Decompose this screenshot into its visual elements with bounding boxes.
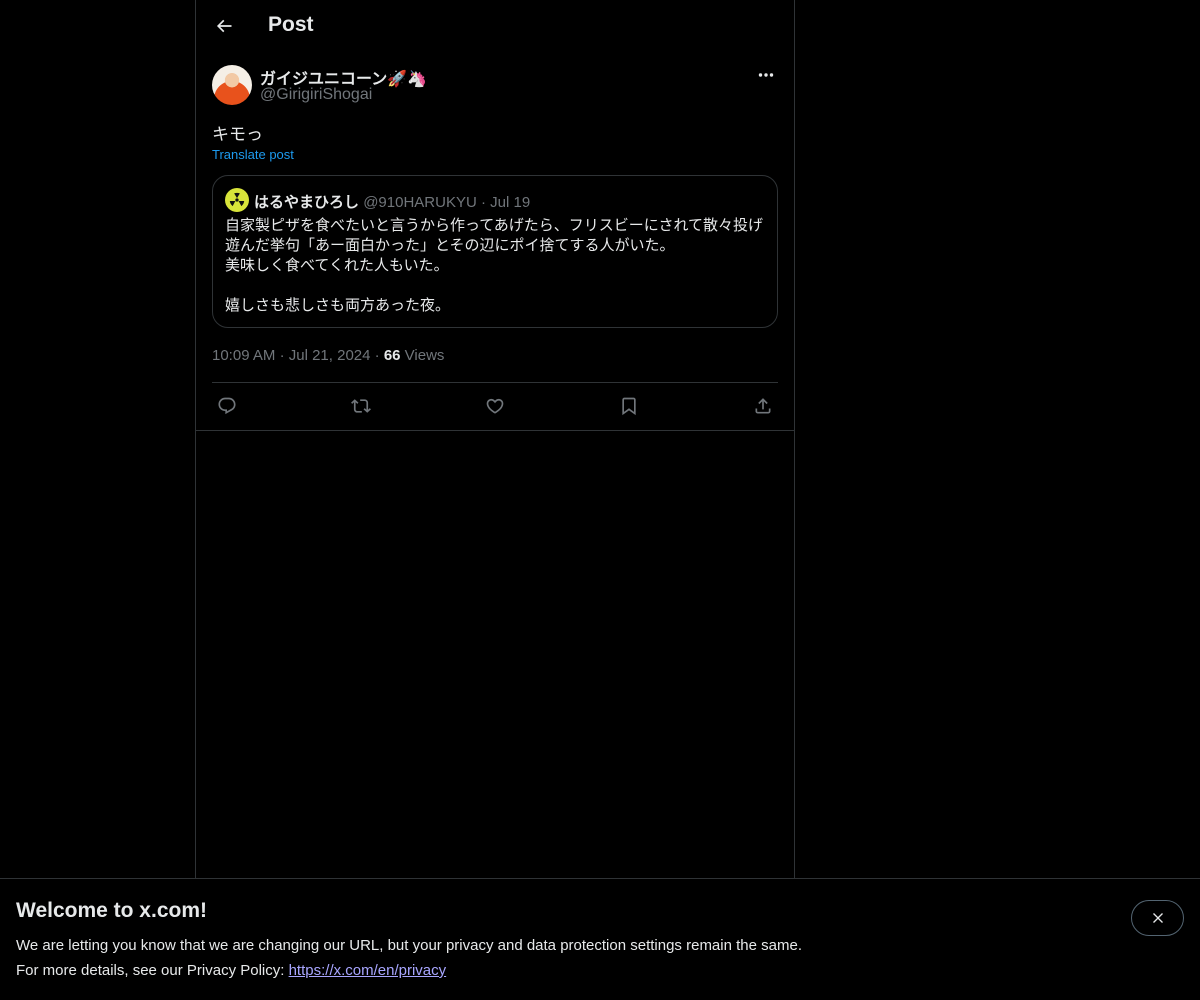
like-button[interactable] xyxy=(480,392,510,420)
post-time[interactable]: 10:09 AM xyxy=(212,347,275,364)
post-header: Post xyxy=(196,0,794,53)
share-icon xyxy=(755,398,771,414)
quote-body: 自家製ピザを食べたいと言うから作ってあげたら、フリスビーにされて散々投げ遊んだ挙… xyxy=(225,217,764,314)
author-avatar[interactable] xyxy=(212,65,252,105)
quote-date: Jul 19 xyxy=(490,194,531,211)
share-button[interactable] xyxy=(748,392,778,420)
views-count: 66 xyxy=(383,347,401,364)
action-bar xyxy=(212,392,778,420)
quote-author-name: はるやまひろし xyxy=(254,194,360,211)
quote-avatar xyxy=(225,188,249,212)
post-author: ガイジユニコーン🚀🦄 @GirigiriShogai xyxy=(212,65,778,109)
divider xyxy=(212,382,778,383)
page-title: Post xyxy=(268,13,314,36)
welcome-banner: Welcome to x.com! We are letting you kno… xyxy=(0,878,1200,1000)
like-icon xyxy=(486,398,504,414)
reply-button[interactable] xyxy=(212,392,242,420)
bookmark-button[interactable] xyxy=(614,392,644,420)
radiation-icon xyxy=(229,192,245,207)
post-text: キモっ xyxy=(212,125,263,144)
close-icon xyxy=(1152,913,1163,923)
meta-separator: · xyxy=(374,347,380,364)
divider xyxy=(196,430,794,431)
post-meta: 10:09 AM · Jul 21, 2024 · 66 Views xyxy=(212,347,444,364)
reply-icon xyxy=(218,397,236,415)
translate-post-link[interactable]: Translate post xyxy=(212,147,294,162)
bookmark-icon xyxy=(622,397,636,416)
more-icon xyxy=(758,73,774,77)
repost-icon xyxy=(351,399,371,413)
quote-meta: はるやまひろし @910HARUKYU · Jul 19 xyxy=(254,191,530,212)
more-options-button[interactable] xyxy=(754,65,778,85)
banner-title: Welcome to x.com! xyxy=(16,899,207,922)
banner-privacy-prefix: For more details, see our Privacy Policy… xyxy=(16,962,289,979)
privacy-policy-link[interactable]: https://x.com/en/privacy xyxy=(289,962,447,979)
banner-privacy-line: For more details, see our Privacy Policy… xyxy=(16,962,446,979)
quote-author-handle: @910HARUKYU xyxy=(363,194,477,211)
banner-message: We are letting you know that we are chan… xyxy=(16,937,802,954)
quote-separator: · xyxy=(480,194,486,211)
post-column: Post ガイジユニコーン🚀🦄 @GirigiriShogai キモっ Tran… xyxy=(195,0,795,878)
repost-button[interactable] xyxy=(346,392,376,420)
arrow-left-icon xyxy=(216,19,232,33)
author-handle[interactable]: @GirigiriShogai xyxy=(260,86,372,104)
meta-separator: · xyxy=(279,347,285,364)
views-label: Views xyxy=(404,347,445,364)
back-button[interactable] xyxy=(208,10,240,42)
post-date[interactable]: Jul 21, 2024 xyxy=(289,347,371,364)
banner-close-button[interactable] xyxy=(1131,900,1184,936)
quoted-post[interactable]: はるやまひろし @910HARUKYU · Jul 19 自家製ピザを食べたいと… xyxy=(212,175,778,328)
